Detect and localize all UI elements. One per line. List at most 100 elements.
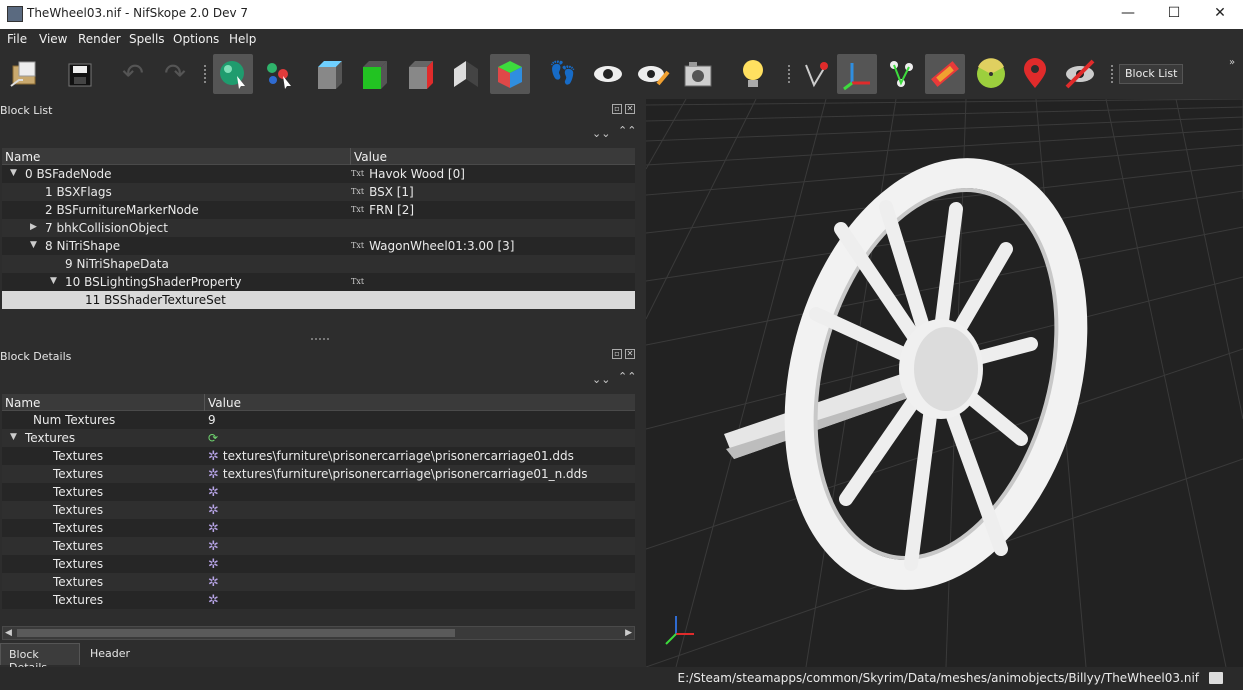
block-list-row[interactable]: ▶ 7 bhkCollisionObject [2, 219, 635, 237]
block-details-close-button[interactable]: ✕ [625, 349, 635, 359]
show-furniture-icon[interactable] [971, 54, 1011, 94]
toolbar-grip-3[interactable] [1111, 65, 1115, 83]
block-list-toggle-button[interactable]: Block List [1119, 64, 1184, 84]
block-list-row[interactable]: ▼ 10 BSLightingShaderProperty Txt [2, 273, 635, 291]
show-hidden-off-icon[interactable] [1060, 54, 1100, 94]
details-row[interactable]: Textures ✲ [2, 555, 635, 573]
expand-all-icon[interactable]: ⌄⌄ [592, 127, 610, 140]
show-markers-icon[interactable] [882, 54, 922, 94]
field-value[interactable]: ✲ textures\furniture\prisonercarriage\pri… [208, 449, 574, 464]
menu-view[interactable]: View [39, 32, 67, 46]
details-collapse-all-icon[interactable]: ⌃⌃ [618, 370, 636, 383]
field-value[interactable]: ✲ [208, 575, 223, 590]
undo-icon[interactable]: ↶ [113, 54, 153, 94]
menu-spells[interactable]: Spells [129, 32, 165, 46]
block-details-float-button[interactable]: ▫ [612, 349, 622, 359]
show-culling-icon[interactable] [1015, 54, 1055, 94]
scroll-right-arrow[interactable]: ▶ [625, 627, 632, 639]
block-name: 1 BSXFlags [45, 185, 112, 199]
value-column-header[interactable]: Value [354, 150, 387, 164]
details-name-column-header[interactable]: Name [5, 396, 40, 410]
field-value[interactable]: ✲ [208, 539, 223, 554]
show-nodes-icon[interactable] [633, 54, 673, 94]
field-value[interactable]: ✲ [208, 521, 223, 536]
render-viewport[interactable] [646, 99, 1243, 667]
scrollbar-thumb[interactable] [17, 629, 455, 637]
block-list-tree[interactable]: Name Value ▼ 0 BSFadeNode Txt Havok Wood [0… [2, 148, 635, 309]
details-row[interactable]: Textures ✲ textures\furniture\prisonercarr… [2, 465, 635, 483]
show-hidden-icon[interactable] [588, 54, 628, 94]
block-list-float-button[interactable]: ▫ [612, 104, 622, 114]
details-value-column-header[interactable]: Value [208, 396, 241, 410]
collapse-arrow-icon[interactable]: ▼ [10, 168, 17, 178]
field-value[interactable]: ✲ textures\furniture\prisonercarriage\pri… [208, 467, 588, 482]
show-axes-icon[interactable] [795, 54, 835, 94]
block-list-row[interactable]: 1 BSXFlags Txt BSX [1] [2, 183, 635, 201]
menu-help[interactable]: Help [229, 32, 256, 46]
block-list-row[interactable]: ▼ 8 NiTriShape Txt WagonWheel01:3.00 [3] [2, 237, 635, 255]
scroll-left-arrow[interactable]: ◀ [5, 627, 12, 639]
lighting-icon[interactable] [733, 54, 773, 94]
block-list-row[interactable]: 2 BSFurnitureMarkerNode Txt FRN [2] [2, 201, 635, 219]
select-object-icon[interactable] [213, 54, 253, 94]
show-constraints-icon[interactable] [837, 54, 877, 94]
collapse-arrow-icon[interactable]: ▼ [50, 276, 57, 286]
load-icon[interactable] [6, 54, 46, 94]
details-row[interactable]: Textures ✲ [2, 501, 635, 519]
save-icon[interactable] [60, 54, 100, 94]
field-value[interactable]: ✲ [208, 557, 223, 572]
walk-mode-icon[interactable]: 👣 [543, 54, 583, 94]
toolbar-grip-2[interactable] [788, 65, 792, 83]
details-row[interactable]: Textures ✲ textures\furniture\prisonercarr… [2, 447, 635, 465]
view-perspective-icon[interactable] [445, 54, 485, 94]
block-list-row[interactable]: 11 BSShaderTextureSet [2, 291, 635, 309]
block-list-close-button[interactable]: ✕ [625, 104, 635, 114]
toolbar-grip[interactable] [204, 65, 208, 83]
view-top-icon[interactable] [354, 54, 394, 94]
menu-options[interactable]: Options [173, 32, 219, 46]
tab-header[interactable]: Header [82, 643, 142, 665]
details-row[interactable]: Textures ✲ [2, 483, 635, 501]
panel-splitter[interactable] [311, 338, 329, 341]
texture-icon: ✲ [208, 539, 219, 554]
expand-arrow-icon[interactable]: ▶ [30, 222, 37, 232]
details-row[interactable]: Textures ✲ [2, 519, 635, 537]
field-value[interactable]: ✲ [208, 503, 223, 518]
menu-file[interactable]: File [7, 32, 27, 46]
view-3d-icon[interactable] [490, 54, 530, 94]
horizontal-scrollbar[interactable]: ◀ ▶ [2, 626, 635, 640]
menu-render[interactable]: Render [78, 32, 121, 46]
block-list-row[interactable]: ▼ 0 BSFadeNode Txt Havok Wood [0] [2, 165, 635, 183]
refresh-icon[interactable]: ⟳ [208, 431, 218, 445]
field-value[interactable]: ⟳ [208, 431, 218, 445]
screenshot-icon[interactable] [678, 54, 718, 94]
show-havok-icon[interactable] [925, 54, 965, 94]
view-side-icon[interactable] [400, 54, 440, 94]
field-value[interactable]: ✲ [208, 485, 223, 500]
collapse-arrow-icon[interactable]: ▼ [30, 240, 37, 250]
collapse-all-icon[interactable]: ⌃⌃ [618, 124, 636, 137]
field-value[interactable]: 9 [208, 413, 216, 427]
minimize-button[interactable]: — [1105, 0, 1151, 29]
redo-icon[interactable]: ↷ [155, 54, 195, 94]
details-row[interactable]: Textures ✲ [2, 537, 635, 555]
block-list-row[interactable]: 9 NiTriShapeData [2, 255, 635, 273]
block-details-tree[interactable]: Name Value Num Textures 9 ▼ Textures ⟳ Textur… [2, 394, 635, 609]
toolbar-overflow-icon[interactable]: » [1229, 57, 1235, 68]
tab-block-details[interactable]: Block Details [0, 643, 80, 674]
view-front-icon[interactable] [309, 54, 349, 94]
details-row[interactable]: Textures ✲ [2, 573, 635, 591]
maximize-button[interactable]: ☐ [1151, 0, 1197, 29]
name-column-header[interactable]: Name [5, 150, 40, 164]
select-vertex-icon[interactable] [259, 54, 299, 94]
details-row[interactable]: Textures ✲ [2, 591, 635, 609]
texture-icon: ✲ [208, 449, 219, 464]
texture-icon: ✲ [208, 503, 219, 518]
block-value-text: FRN [2] [369, 203, 415, 217]
collapse-arrow-icon[interactable]: ▼ [10, 432, 17, 442]
close-button[interactable]: ✕ [1197, 0, 1243, 29]
details-expand-all-icon[interactable]: ⌄⌄ [592, 373, 610, 386]
details-row[interactable]: ▼ Textures ⟳ [2, 429, 635, 447]
details-row[interactable]: Num Textures 9 [2, 411, 635, 429]
field-value[interactable]: ✲ [208, 593, 223, 608]
